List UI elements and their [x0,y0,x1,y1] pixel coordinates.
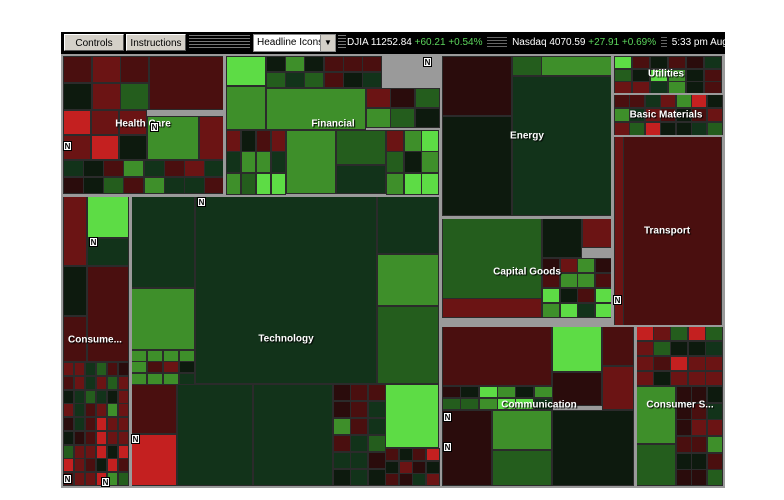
news-icon[interactable]: N [443,412,452,422]
news-icon[interactable]: N [197,197,206,207]
sector-capital-goods[interactable] [441,218,612,326]
headline-select-value: Headline Icons [257,37,324,48]
controls-button[interactable]: Controls [64,34,124,51]
toolbar-grip [189,35,250,50]
toolbar: Controls Instructions Headline Icons ▼ D… [61,32,745,54]
news-icon[interactable]: N [63,474,72,484]
nasdaq-percent: +0.69% [621,37,657,48]
djia-value: 11252.84 [370,37,412,48]
news-icon[interactable]: N [63,141,72,151]
djia-percent: +0.54% [448,37,483,48]
market-date: Aug. 28 [710,37,745,48]
news-icon[interactable]: N [613,295,622,305]
market-map-app: Controls Instructions Headline Icons ▼ D… [61,32,745,488]
treemap[interactable]: Health Care Financial Energy Utilities Basic… [61,54,725,488]
sector-basic-materials[interactable] [612,94,725,136]
sector-technology[interactable] [131,196,441,488]
ticker-separator [487,37,508,48]
sector-energy[interactable] [441,54,612,218]
chevron-down-icon[interactable]: ▼ [320,35,335,51]
sector-utilities[interactable] [612,54,725,94]
ticker-separator [660,37,667,48]
djia-label: DJIA [347,37,369,48]
market-ticker: DJIA 11252.84 +60.21 +0.54% Nasdaq 4070.… [347,32,745,54]
news-icon[interactable]: N [131,434,140,444]
market-time: 5:33 pm [671,37,708,48]
news-icon[interactable]: N [423,57,432,67]
nasdaq-change: +27.91 [588,37,620,48]
nasdaq-label: Nasdaq [512,37,547,48]
news-icon[interactable]: N [443,442,452,452]
news-icon[interactable]: N [101,477,110,487]
news-icon[interactable]: N [89,237,98,247]
nasdaq-value: 4070.59 [549,37,586,48]
toolbar-grip-2 [338,35,346,50]
headline-icons-select[interactable]: Headline Icons ▼ [253,34,336,52]
instructions-button[interactable]: Instructions [126,34,186,51]
djia-change: +60.21 [414,37,446,48]
sector-consumer-services[interactable] [636,326,725,488]
sector-financial[interactable] [224,54,441,196]
sector-communication[interactable] [441,326,636,488]
sector-transport[interactable] [612,136,725,326]
news-icon[interactable]: N [150,122,159,132]
sector-health-care[interactable] [61,54,224,196]
